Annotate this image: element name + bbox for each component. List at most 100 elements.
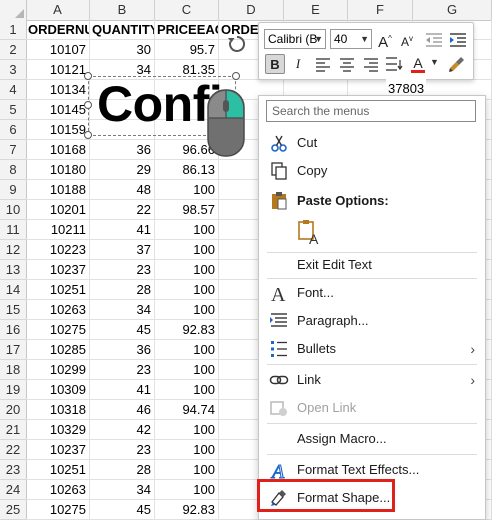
cell-c9[interactable]: 100 (155, 180, 219, 199)
menu-item-cut[interactable]: Cut (259, 130, 485, 156)
cell-b2[interactable]: 30 (90, 40, 155, 59)
row-header-1[interactable]: 1 (0, 20, 26, 40)
chevron-down-icon[interactable]: ▼ (360, 30, 369, 48)
chevron-down-icon[interactable]: ▼ (430, 57, 439, 67)
cell-b1[interactable]: QUANTITY (90, 20, 155, 39)
resize-handle-top-right[interactable] (232, 72, 240, 80)
row-header-9[interactable]: 9 (0, 180, 26, 200)
align-right-icon[interactable] (363, 56, 379, 72)
align-left-icon[interactable] (315, 56, 331, 72)
cell-c20[interactable]: 94.74 (155, 400, 219, 419)
row-header-7[interactable]: 7 (0, 140, 26, 160)
menu-item-copy[interactable]: Copy (259, 158, 485, 184)
row-header-2[interactable]: 2 (0, 40, 26, 60)
cell-b12[interactable]: 37 (90, 240, 155, 259)
row-header-18[interactable]: 18 (0, 360, 26, 380)
column-header-b[interactable]: B (90, 0, 155, 20)
cell-a24[interactable]: 10263 (26, 480, 90, 499)
row-header-14[interactable]: 14 (0, 280, 26, 300)
cell-a13[interactable]: 10237 (26, 260, 90, 279)
cell-b18[interactable]: 23 (90, 360, 155, 379)
cell-a18[interactable]: 10299 (26, 360, 90, 379)
cell-c24[interactable]: 100 (155, 480, 219, 499)
cell-a16[interactable]: 10275 (26, 320, 90, 339)
cell-b8[interactable]: 29 (90, 160, 155, 179)
row-header-17[interactable]: 17 (0, 340, 26, 360)
cell-c22[interactable]: 100 (155, 440, 219, 459)
cell-a2[interactable]: 10107 (26, 40, 90, 59)
decrease-indent-icon[interactable] (425, 32, 443, 48)
cell-b20[interactable]: 46 (90, 400, 155, 419)
cell-a9[interactable]: 10188 (26, 180, 90, 199)
cell-b22[interactable]: 23 (90, 440, 155, 459)
cell-c16[interactable]: 92.83 (155, 320, 219, 339)
font-size-box[interactable]: 40 ▼ (330, 29, 372, 49)
italic-button[interactable]: I (289, 54, 307, 74)
cell-b19[interactable]: 41 (90, 380, 155, 399)
cell-a10[interactable]: 10201 (26, 200, 90, 219)
cell-c23[interactable]: 100 (155, 460, 219, 479)
cell-c13[interactable]: 100 (155, 260, 219, 279)
cell-c1[interactable]: PRICEEACH (155, 20, 219, 39)
cell-b17[interactable]: 36 (90, 340, 155, 359)
cell-b21[interactable]: 42 (90, 420, 155, 439)
row-header-25[interactable]: 25 (0, 500, 26, 520)
cell-b16[interactable]: 45 (90, 320, 155, 339)
cell-c21[interactable]: 100 (155, 420, 219, 439)
cell-c15[interactable]: 100 (155, 300, 219, 319)
format-painter-icon[interactable] (447, 54, 467, 74)
menu-item-bullets[interactable]: Bullets › (259, 336, 485, 362)
row-header-10[interactable]: 10 (0, 200, 26, 220)
menu-item-paragraph[interactable]: Paragraph... (259, 308, 485, 334)
select-all-corner[interactable] (0, 0, 27, 20)
column-header-e[interactable]: E (284, 0, 348, 20)
row-header-22[interactable]: 22 (0, 440, 26, 460)
cell-b11[interactable]: 41 (90, 220, 155, 239)
rotate-handle-icon[interactable] (227, 34, 247, 54)
chevron-down-icon[interactable]: ▼ (314, 30, 323, 48)
cell-a25[interactable]: 10275 (26, 500, 90, 519)
resize-handle-middle-left[interactable] (84, 101, 92, 109)
cell-b25[interactable]: 45 (90, 500, 155, 519)
cell-c12[interactable]: 100 (155, 240, 219, 259)
cell-c18[interactable]: 100 (155, 360, 219, 379)
row-header-19[interactable]: 19 (0, 380, 26, 400)
resize-handle-bottom-left[interactable] (84, 131, 92, 139)
row-header-12[interactable]: 12 (0, 240, 26, 260)
cell-b10[interactable]: 22 (90, 200, 155, 219)
row-header-3[interactable]: 3 (0, 60, 26, 80)
menu-item-assign-macro[interactable]: Assign Macro... (259, 426, 485, 452)
vertical-align-icon[interactable] (385, 56, 403, 72)
cell-a7[interactable]: 10168 (26, 140, 90, 159)
font-color-button[interactable]: A (409, 53, 427, 73)
cell-a11[interactable]: 10211 (26, 220, 90, 239)
row-header-21[interactable]: 21 (0, 420, 26, 440)
bold-button[interactable]: B (265, 54, 285, 74)
grow-font-button[interactable]: A^ (376, 29, 394, 51)
font-name-box[interactable]: Calibri (B ▼ (264, 29, 326, 49)
cell-a1[interactable]: ORDERNUMBER (26, 20, 90, 39)
cell-b9[interactable]: 48 (90, 180, 155, 199)
menu-item-exit-edit-text[interactable]: Exit Edit Text (259, 252, 485, 278)
row-header-13[interactable]: 13 (0, 260, 26, 280)
column-header-d[interactable]: D (219, 0, 284, 20)
cell-a12[interactable]: 10223 (26, 240, 90, 259)
cell-a23[interactable]: 10251 (26, 460, 90, 479)
column-header-g[interactable]: G (413, 0, 492, 20)
row-header-11[interactable]: 11 (0, 220, 26, 240)
column-header-c[interactable]: C (155, 0, 219, 20)
cell-c14[interactable]: 100 (155, 280, 219, 299)
cell-c11[interactable]: 100 (155, 220, 219, 239)
resize-handle-top-left[interactable] (84, 72, 92, 80)
cell-a19[interactable]: 10309 (26, 380, 90, 399)
cell-a20[interactable]: 10318 (26, 400, 90, 419)
cell-a15[interactable]: 10263 (26, 300, 90, 319)
cell-a6[interactable]: 10159 (26, 120, 90, 139)
row-header-4[interactable]: 4 (0, 80, 26, 100)
cell-a5[interactable]: 10145 (26, 100, 90, 119)
row-header-6[interactable]: 6 (0, 120, 26, 140)
cell-c17[interactable]: 100 (155, 340, 219, 359)
row-header-5[interactable]: 5 (0, 100, 26, 120)
cell-a17[interactable]: 10285 (26, 340, 90, 359)
cell-b15[interactable]: 34 (90, 300, 155, 319)
